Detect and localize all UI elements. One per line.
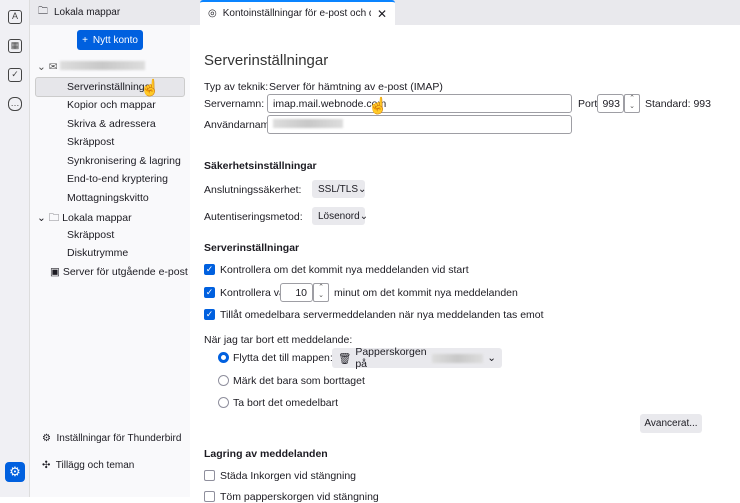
tasks-icon[interactable]: ✓: [8, 68, 22, 82]
tab-local-folders[interactable]: 🗀 Lokala mappar: [30, 0, 200, 25]
address-book-icon[interactable]: A: [8, 10, 22, 24]
server-settings-heading: Serverinställningar: [204, 242, 300, 254]
empty-trash-label: Töm papperskorgen vid stängning: [220, 491, 379, 503]
auth-method-select[interactable]: Lösenord ⌄: [312, 207, 369, 225]
account-settings-icon: ◎: [208, 8, 217, 19]
type-value: Server för hämtning av e-post (IMAP): [269, 81, 443, 93]
hand-cursor-icon: ☝: [140, 80, 160, 97]
puzzle-icon: ✣: [42, 460, 51, 471]
page-title: Serverinställningar: [204, 52, 329, 69]
hand-cursor-icon: ☝: [368, 98, 388, 115]
port-spinner[interactable]: ⌃ ⌄: [624, 94, 640, 113]
delete-label: När jag tar bort ett meddelande:: [204, 334, 353, 346]
check-at-startup-checkbox[interactable]: ✓: [204, 264, 215, 275]
type-label: Typ av teknik:: [204, 81, 269, 93]
username-input[interactable]: [267, 115, 572, 134]
clean-inbox-label: Städa Inkorgen vid stängning: [220, 470, 357, 482]
connection-security-select[interactable]: SSL/TLS ⌄: [312, 180, 367, 198]
sidebar-local-folders[interactable]: ⌄ 🗀 Lokala mappar: [37, 210, 132, 228]
delete-immediately-label: Ta bort det omedelbart: [233, 397, 339, 409]
minutes-spinner[interactable]: ⌃ ⌄: [313, 283, 329, 302]
sidebar-item-receipts[interactable]: Mottagningskvitto: [67, 192, 149, 204]
server-name-input[interactable]: imap.mail.webnode.com: [267, 94, 572, 113]
sidebar-outgoing-server[interactable]: ▣ Server för utgående e-post: [50, 266, 188, 278]
check-every-suffix: minut om det kommit nya meddelanden: [334, 287, 518, 299]
move-to-folder-label: Flytta det till mappen:: [233, 352, 333, 364]
plus-icon: +: [82, 34, 88, 46]
settings-gear-icon[interactable]: ⚙: [5, 462, 25, 482]
server-icon: ▣: [50, 266, 60, 278]
server-label: Servernamn:: [204, 98, 265, 110]
trash-folder-select[interactable]: 🗑 Papperskorgen på ⌄: [332, 346, 502, 370]
check-every-label: Kontrollera var: [220, 287, 289, 299]
storage-heading: Lagring av meddelanden: [204, 448, 328, 460]
chevron-down-icon: ⌄: [359, 210, 369, 222]
move-to-folder-radio[interactable]: [218, 352, 229, 363]
folder-icon: 🗀: [38, 6, 48, 17]
mark-deleted-label: Märk det bara som borttaget: [233, 375, 365, 387]
sidebar-item-sync[interactable]: Synkronisering & lagring: [67, 155, 181, 167]
chat-icon[interactable]: …: [8, 97, 22, 111]
sidebar-item-disk-space[interactable]: Diskutrymme: [67, 247, 128, 259]
sidebar-item-composition[interactable]: Skriva & adressera: [67, 118, 156, 130]
auth-method-label: Autentiseringsmetod:: [204, 211, 303, 223]
addons-link[interactable]: ✣ Tillägg och teman: [42, 460, 134, 471]
security-heading: Säkerhetsinställningar: [204, 160, 317, 172]
check-every-checkbox[interactable]: ✓: [204, 287, 215, 298]
tab-bar: 🗀 Lokala mappar ◎ Kontoinställningar för…: [30, 0, 740, 25]
calendar-icon[interactable]: ▦: [8, 39, 22, 53]
gear-icon: ⚙: [42, 433, 51, 444]
new-account-button[interactable]: + Nytt konto: [77, 30, 143, 50]
close-tab-icon[interactable]: ✕: [377, 7, 387, 21]
sidebar-item-junk[interactable]: Skräppost: [67, 136, 114, 148]
sidebar-item-local-junk[interactable]: Skräppost: [67, 229, 114, 241]
mark-deleted-radio[interactable]: [218, 375, 229, 386]
port-standard: Standard: 993: [645, 98, 711, 110]
chevron-down-icon: ⌄: [487, 352, 496, 364]
sidebar-item-e2e[interactable]: End-to-end kryptering: [67, 173, 168, 185]
trash-icon: 🗑: [338, 352, 352, 365]
minutes-input[interactable]: 10: [280, 283, 313, 302]
connection-security-label: Anslutningssäkerhet:: [204, 184, 302, 196]
clean-inbox-checkbox[interactable]: [204, 470, 215, 481]
port-input[interactable]: 993: [597, 94, 624, 113]
delete-immediately-radio[interactable]: [218, 397, 229, 408]
sidebar-item-copies[interactable]: Kopior och mappar: [67, 99, 156, 111]
account-icon: ✉: [48, 61, 58, 73]
tab-account-settings[interactable]: ◎ Kontoinställningar för e-post och di ✕: [200, 0, 395, 25]
account-row[interactable]: ⌄ ✉: [37, 61, 146, 73]
check-at-startup-label: Kontrollera om det kommit nya meddelande…: [220, 264, 469, 276]
allow-push-checkbox[interactable]: ✓: [204, 309, 215, 320]
allow-push-label: Tillåt omedelbara servermeddelanden när …: [220, 309, 544, 321]
chevron-down-icon: ⌄: [358, 183, 367, 195]
spaces-toolbar: A ▦ ✓ … ⚙: [0, 0, 30, 497]
thunderbird-settings-link[interactable]: ⚙ Inställningar för Thunderbird: [42, 433, 181, 444]
advanced-button[interactable]: Avancerat...: [640, 414, 702, 433]
